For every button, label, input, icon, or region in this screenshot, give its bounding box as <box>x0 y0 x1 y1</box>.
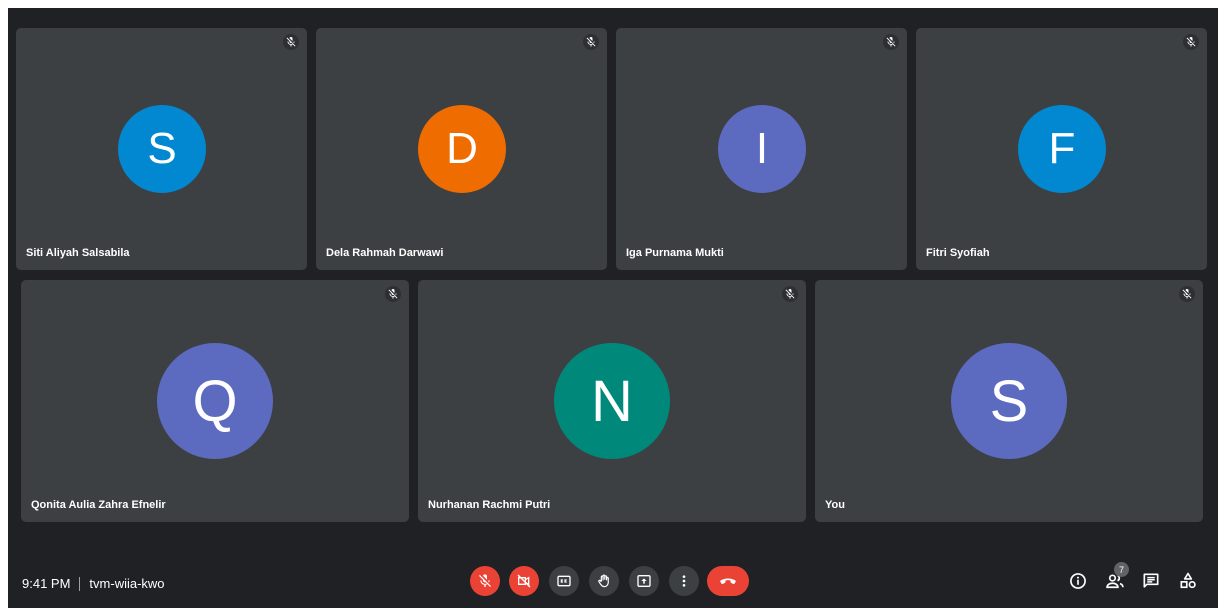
participant-tile[interactable]: I Iga Purnama Mukti <box>616 28 907 270</box>
chat-icon <box>1143 573 1159 588</box>
avatar-initial: S <box>147 124 177 173</box>
captions-icon <box>557 575 571 587</box>
meeting-code[interactable]: tvm-wiia-kwo <box>89 576 164 591</box>
chat-button[interactable] <box>1138 568 1164 594</box>
mic-off-icon <box>479 574 491 587</box>
people-count-badge: 7 <box>1114 562 1129 577</box>
participant-name: Qonita Aulia Zahra Efnelir <box>31 499 166 511</box>
avatar-initial: F <box>1048 124 1076 173</box>
participant-tile[interactable]: Q Qonita Aulia Zahra Efnelir <box>21 280 409 522</box>
meeting-window: S Siti Aliyah Salsabila D Dela Rahmah Da… <box>8 8 1218 608</box>
activities-button[interactable] <box>1175 568 1201 594</box>
toggle-camera-button[interactable] <box>509 566 539 596</box>
present-screen-button[interactable] <box>629 566 659 596</box>
participant-name: Iga Purnama Mukti <box>626 247 724 259</box>
leave-call-button[interactable] <box>707 566 749 596</box>
avatar-initial: I <box>755 124 769 173</box>
participant-name: Siti Aliyah Salsabila <box>26 247 130 259</box>
muted-mic-icon <box>583 34 599 50</box>
participant-name: Fitri Syofiah <box>926 247 990 259</box>
participant-tile[interactable]: N Nurhanan Rachmi Putri <box>418 280 806 522</box>
participant-tile[interactable]: S Siti Aliyah Salsabila <box>16 28 307 270</box>
toggle-mic-button[interactable] <box>470 566 500 596</box>
avatar-initial: D <box>446 124 478 173</box>
muted-mic-icon <box>1183 34 1199 50</box>
raise-hand-button[interactable] <box>589 566 619 596</box>
participant-tile[interactable]: F Fitri Syofiah <box>916 28 1207 270</box>
avatar: N <box>554 343 670 459</box>
participant-name: Dela Rahmah Darwawi <box>326 247 444 259</box>
more-options-icon <box>682 575 686 587</box>
meeting-details-button[interactable] <box>1065 568 1091 594</box>
avatar-initial: S <box>989 368 1029 434</box>
bottom-bar: 9:41 PM tvm-wiia-kwo 7 <box>8 560 1218 608</box>
activities-icon <box>1180 572 1196 589</box>
participant-tile[interactable]: D Dela Rahmah Darwawi <box>316 28 607 270</box>
meeting-time: 9:41 PM <box>22 576 71 591</box>
muted-mic-icon <box>385 286 401 302</box>
hang-up-icon <box>720 578 736 585</box>
avatar-initial: N <box>591 368 633 434</box>
present-screen-icon <box>637 575 651 587</box>
divider <box>79 576 81 591</box>
avatar: S <box>118 105 206 193</box>
avatar-initial: Q <box>192 368 238 434</box>
captions-button[interactable] <box>549 566 579 596</box>
avatar: S <box>951 343 1067 459</box>
more-options-button[interactable] <box>669 566 699 596</box>
muted-mic-icon <box>883 34 899 50</box>
participant-name: Nurhanan Rachmi Putri <box>428 499 551 511</box>
avatar: D <box>418 105 506 193</box>
people-button[interactable]: 7 <box>1102 562 1129 594</box>
avatar: F <box>1018 105 1106 193</box>
raise-hand-icon <box>598 574 609 588</box>
participant-name: You <box>825 499 845 511</box>
avatar: Q <box>157 343 273 459</box>
participant-tile[interactable]: S You <box>815 280 1203 522</box>
muted-mic-icon <box>782 286 798 302</box>
muted-mic-icon <box>1179 286 1195 302</box>
avatar: I <box>718 105 806 193</box>
meeting-info: 9:41 PM tvm-wiia-kwo <box>22 576 165 591</box>
muted-mic-icon <box>283 34 299 50</box>
camera-off-icon <box>517 574 531 588</box>
info-icon <box>1070 573 1086 589</box>
